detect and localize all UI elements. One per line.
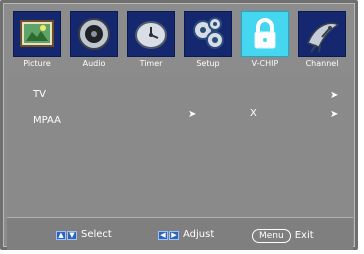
exit-label: Exit xyxy=(294,230,314,241)
gears-icon xyxy=(184,11,232,57)
mpaa-row-label: MPAA xyxy=(33,115,61,126)
adjust-hint: ◀ ▶ Adjust xyxy=(158,229,214,241)
tab-label: V-CHIP xyxy=(251,59,279,68)
menu-tabs: Picture Audio Timer Setup V-CHIP Channel xyxy=(7,7,353,69)
menu-exit-hint: Menu Exit xyxy=(252,229,314,243)
satellite-dish-icon xyxy=(298,11,346,57)
tab-setup[interactable]: Setup xyxy=(182,7,234,69)
mpaa-left-arrow[interactable]: ➤ xyxy=(188,110,196,120)
lock-icon xyxy=(241,11,289,57)
select-hint: ▲ ▼ Select xyxy=(56,229,112,241)
left-right-keys-icon: ◀ ▶ xyxy=(158,230,179,240)
mpaa-right-arrow[interactable]: ➤ xyxy=(330,110,338,120)
select-label: Select xyxy=(81,229,112,240)
tab-picture[interactable]: Picture xyxy=(11,7,63,69)
tab-label: Channel xyxy=(305,59,339,68)
up-down-keys-icon: ▲ ▼ xyxy=(56,230,77,240)
tab-label: Picture xyxy=(23,59,51,68)
tv-row-label: TV xyxy=(33,89,46,100)
menu-key: Menu xyxy=(252,229,291,243)
tab-label: Timer xyxy=(139,59,163,68)
mpaa-value: X xyxy=(250,108,257,119)
clock-icon xyxy=(127,11,175,57)
osd-window: Picture Audio Timer Setup V-CHIP Channel… xyxy=(0,0,358,250)
tab-timer[interactable]: Timer xyxy=(125,7,177,69)
tab-v-chip[interactable]: V-CHIP xyxy=(239,7,291,69)
tab-label: Setup xyxy=(196,59,220,68)
tab-channel[interactable]: Channel xyxy=(296,7,348,69)
tab-label: Audio xyxy=(82,59,106,68)
vchip-panel: TV ➤ MPAA ➤ X ➤ xyxy=(7,73,353,217)
tab-audio[interactable]: Audio xyxy=(68,7,120,69)
speaker-icon xyxy=(70,11,118,57)
adjust-label: Adjust xyxy=(183,229,215,240)
tv-right-arrow[interactable]: ➤ xyxy=(330,91,338,101)
footer: ▲ ▼ Select ◀ ▶ Adjust Menu Exit xyxy=(7,218,353,250)
picture-icon xyxy=(13,11,61,57)
